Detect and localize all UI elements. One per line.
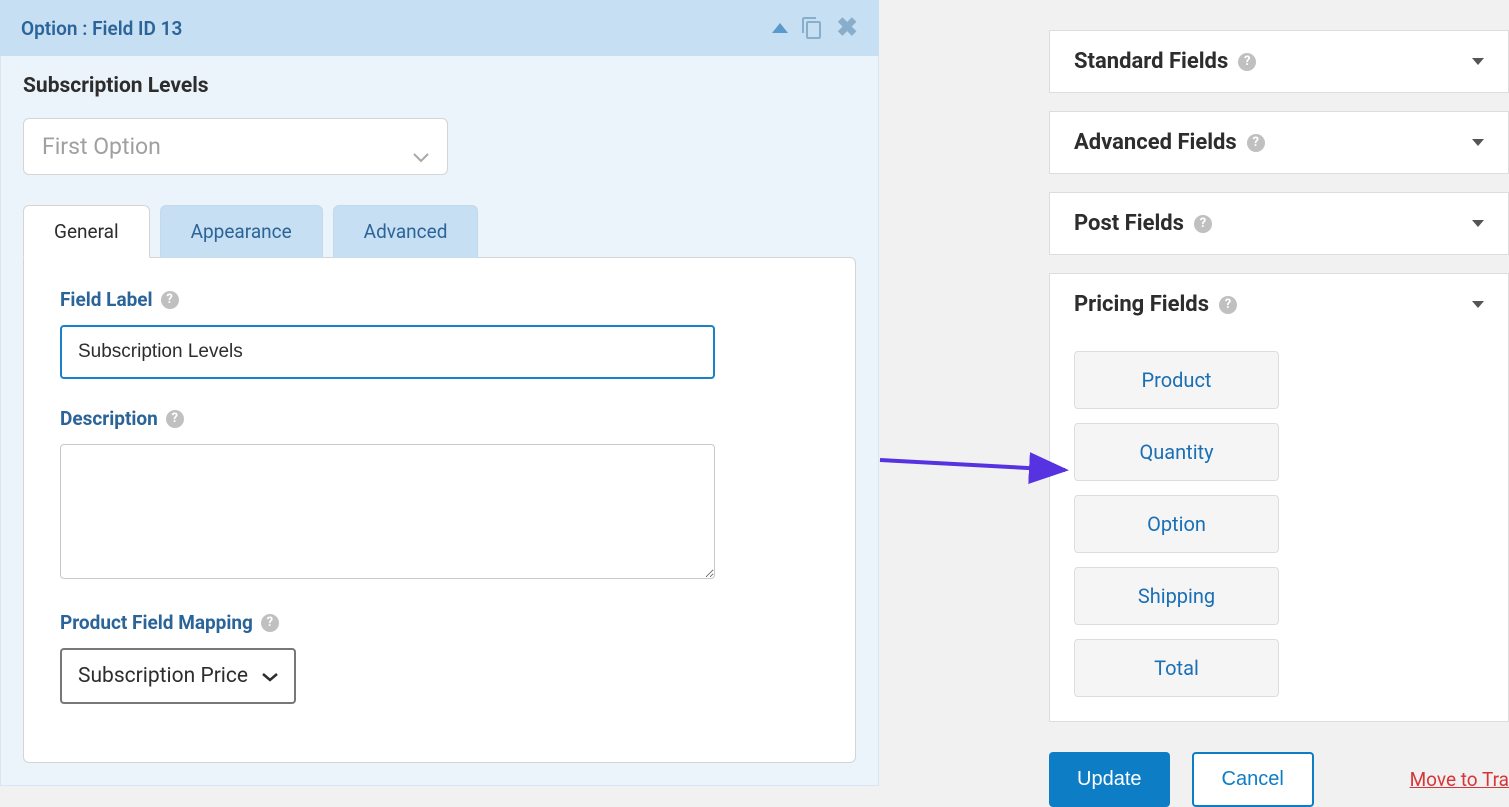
- tab-general[interactable]: General: [23, 205, 150, 258]
- help-icon[interactable]: ?: [1238, 53, 1256, 71]
- pricing-buttons: Product Quantity Option Shipping Total: [1050, 335, 1508, 721]
- description-label: Description ?: [60, 407, 819, 430]
- field-label-label: Field Label ?: [60, 288, 819, 311]
- chevron-down-icon: [413, 142, 429, 152]
- field-label-group: Field Label ?: [60, 288, 819, 379]
- help-icon[interactable]: ?: [261, 614, 279, 632]
- duplicate-icon[interactable]: [800, 16, 824, 40]
- accordion-header-pricing[interactable]: Pricing Fields ?: [1050, 274, 1508, 335]
- accordion-standard-fields: Standard Fields ?: [1049, 30, 1509, 93]
- product-mapping-select[interactable]: Subscription Price: [60, 648, 296, 704]
- tab-advanced[interactable]: Advanced: [333, 205, 479, 258]
- help-icon[interactable]: ?: [166, 410, 184, 428]
- chevron-down-icon: [262, 664, 278, 688]
- caret-down-icon: [1472, 58, 1484, 65]
- option-dropdown[interactable]: First Option: [23, 118, 448, 175]
- pricing-btn-option[interactable]: Option: [1074, 495, 1279, 553]
- product-mapping-label: Product Field Mapping ?: [60, 611, 819, 634]
- field-header-title: Option : Field ID 13: [21, 17, 182, 40]
- help-icon[interactable]: ?: [1247, 134, 1265, 152]
- accordion-advanced-fields: Advanced Fields ?: [1049, 111, 1509, 174]
- caret-down-icon: [1472, 301, 1484, 308]
- field-header-actions: ✖: [772, 13, 858, 43]
- tab-appearance[interactable]: Appearance: [160, 205, 323, 258]
- accordion-header-advanced[interactable]: Advanced Fields ?: [1050, 112, 1508, 173]
- accordion-header-post[interactable]: Post Fields ?: [1050, 193, 1508, 254]
- product-mapping-group: Product Field Mapping ? Subscription Pri…: [60, 611, 819, 704]
- caret-down-icon: [1472, 139, 1484, 146]
- sidebar-panel: Standard Fields ? Advanced Fields ? Post…: [879, 0, 1509, 759]
- section-title: Subscription Levels: [23, 74, 856, 98]
- pricing-btn-quantity[interactable]: Quantity: [1074, 423, 1279, 481]
- cancel-button[interactable]: Cancel: [1192, 752, 1314, 807]
- update-button[interactable]: Update: [1049, 752, 1170, 807]
- accordion-post-fields: Post Fields ?: [1049, 192, 1509, 255]
- pricing-btn-shipping[interactable]: Shipping: [1074, 567, 1279, 625]
- tab-content: Field Label ? Description ? Product Fiel…: [23, 257, 856, 763]
- pricing-btn-product[interactable]: Product: [1074, 351, 1279, 409]
- accordion-header-standard[interactable]: Standard Fields ?: [1050, 31, 1508, 92]
- help-icon[interactable]: ?: [1194, 215, 1212, 233]
- caret-down-icon: [1472, 220, 1484, 227]
- close-icon[interactable]: ✖: [836, 13, 858, 43]
- description-input[interactable]: [60, 444, 715, 579]
- pricing-btn-total[interactable]: Total: [1074, 639, 1279, 697]
- tabs: General Appearance Advanced: [23, 205, 856, 258]
- field-body: Subscription Levels First Option General…: [0, 56, 879, 786]
- field-header: Option : Field ID 13 ✖: [0, 0, 879, 56]
- trash-link[interactable]: Move to Tra: [1410, 768, 1509, 791]
- option-dropdown-value: First Option: [42, 133, 161, 160]
- description-group: Description ?: [60, 407, 819, 583]
- field-editor-panel: Option : Field ID 13 ✖ Subscription Leve…: [0, 0, 879, 759]
- collapse-icon[interactable]: [772, 23, 788, 33]
- accordion-pricing-fields: Pricing Fields ? Product Quantity Option…: [1049, 273, 1509, 722]
- help-icon[interactable]: ?: [161, 291, 179, 309]
- help-icon[interactable]: ?: [1219, 296, 1237, 314]
- field-label-input[interactable]: [60, 325, 715, 379]
- action-buttons: Update Cancel Move to Tra: [1049, 752, 1509, 807]
